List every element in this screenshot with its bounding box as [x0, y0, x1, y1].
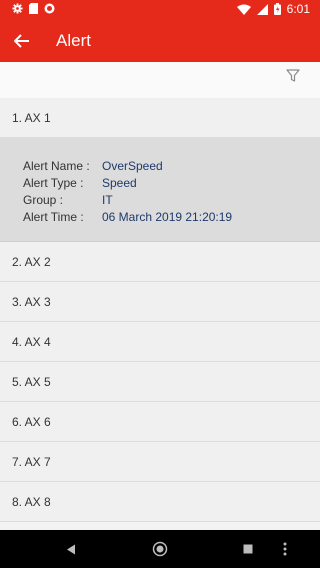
- gear-icon: [12, 3, 23, 14]
- home-circle-icon: [152, 541, 168, 557]
- status-bar: 6:01: [0, 0, 320, 20]
- alert-name-label: Alert Name :: [23, 159, 90, 173]
- list-item[interactable]: 1. AX 1: [0, 98, 320, 138]
- status-system-icons: 6:01: [236, 2, 310, 16]
- list-item[interactable]: 2. AX 2: [0, 242, 320, 282]
- nav-menu-button[interactable]: [276, 540, 294, 558]
- square-recents-icon: [243, 544, 253, 554]
- status-time: 6:01: [286, 2, 310, 16]
- triangle-back-icon: [67, 544, 75, 554]
- sd-card-icon: [29, 3, 38, 14]
- detail-row: Alert Type : Speed: [0, 175, 320, 192]
- group-value: IT: [102, 193, 113, 207]
- wifi-icon: [236, 4, 251, 15]
- system-nav-bar: [0, 530, 320, 568]
- nav-back-button[interactable]: [62, 540, 80, 558]
- alert-name-value: OverSpeed: [102, 159, 163, 173]
- status-notification-icons: [12, 3, 55, 14]
- alert-time-value: 06 March 2019 21:20:19: [102, 210, 233, 224]
- record-icon: [44, 3, 55, 14]
- list-item[interactable]: 8. AX 8: [0, 482, 320, 522]
- alert-detail-panel: Alert Name : OverSpeed Alert Type : Spee…: [0, 138, 320, 242]
- group-label: Group :: [23, 193, 64, 207]
- alert-type-value: Speed: [102, 176, 137, 190]
- app-bar: Alert: [0, 20, 320, 62]
- more-vertical-icon: [283, 542, 287, 556]
- alert-time-label: Alert Time :: [23, 210, 84, 224]
- list-item[interactable]: 3. AX 3: [0, 282, 320, 322]
- nav-recents-button[interactable]: [239, 540, 257, 558]
- list-item[interactable]: 5. AX 5: [0, 362, 320, 402]
- alert-list: 1. AX 1 Alert Name : OverSpeed Alert Typ…: [0, 98, 320, 522]
- filter-bar: [0, 62, 320, 98]
- battery-icon: [273, 3, 281, 15]
- list-item[interactable]: 4. AX 4: [0, 322, 320, 362]
- filter-icon: [286, 69, 300, 82]
- arrow-left-icon: [14, 34, 29, 48]
- signal-icon: [256, 3, 268, 15]
- list-item[interactable]: 7. AX 7: [0, 442, 320, 482]
- list-item[interactable]: 6. AX 6: [0, 402, 320, 442]
- detail-row: Group : IT: [0, 192, 320, 209]
- detail-row: Alert Time : 06 March 2019 21:20:19: [0, 209, 320, 226]
- filter-button[interactable]: [286, 69, 302, 87]
- nav-home-button[interactable]: [151, 540, 169, 558]
- detail-row: Alert Name : OverSpeed: [0, 158, 320, 175]
- alert-type-label: Alert Type :: [23, 176, 84, 190]
- page-title: Alert: [56, 31, 91, 50]
- back-button[interactable]: [8, 28, 36, 54]
